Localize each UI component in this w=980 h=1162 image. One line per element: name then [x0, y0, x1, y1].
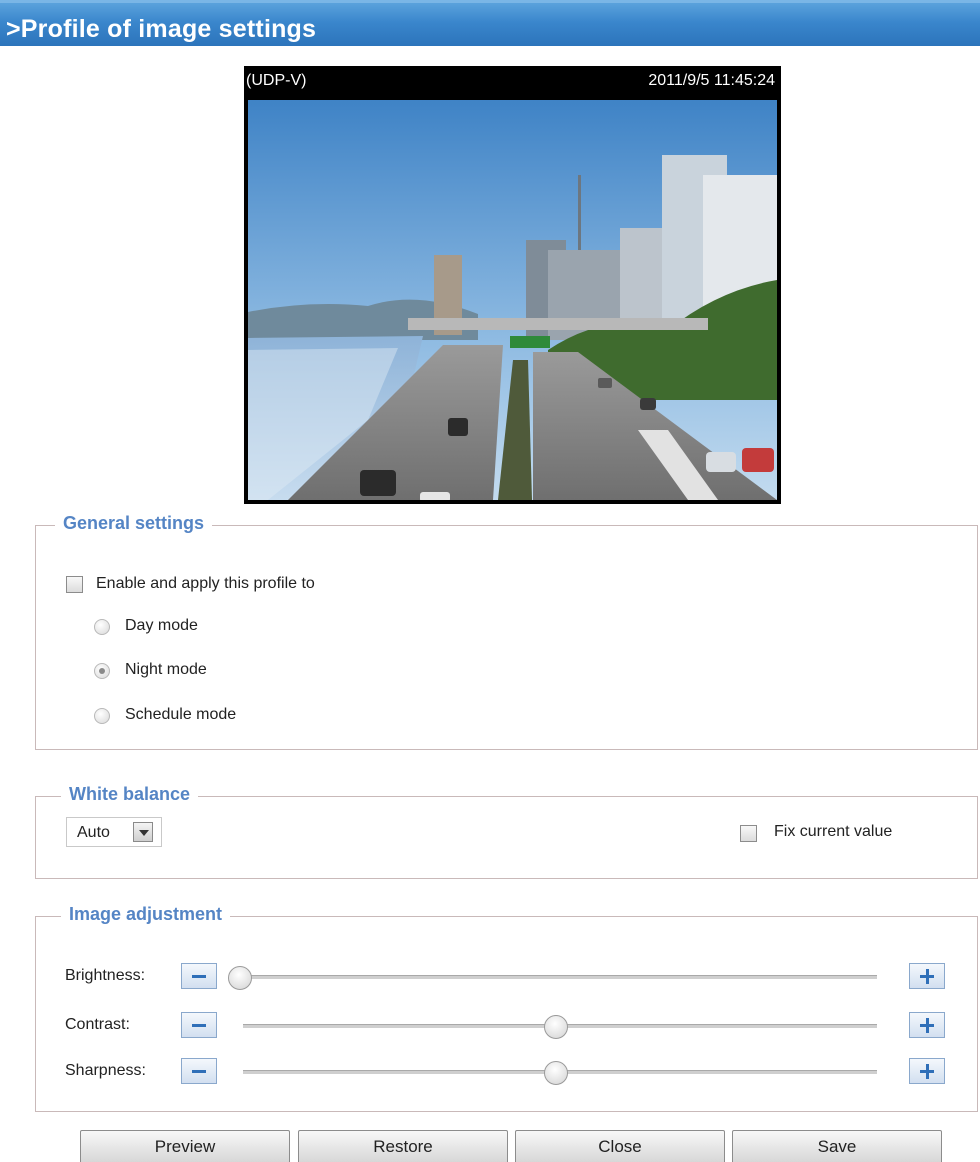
- day-mode-radio[interactable]: [94, 619, 110, 635]
- chevron-down-icon[interactable]: [133, 822, 153, 842]
- stream-protocol: (UDP-V): [246, 72, 307, 89]
- enable-profile-label: Enable and apply this profile to: [96, 575, 315, 592]
- video-timestamp: 2011/9/5 11:45:24: [648, 72, 775, 89]
- day-mode-label: Day mode: [125, 617, 198, 634]
- contrast-increase-button[interactable]: [909, 1012, 945, 1038]
- sharpness-increase-button[interactable]: [909, 1058, 945, 1084]
- schedule-mode-radio[interactable]: [94, 708, 110, 724]
- general-settings-group: General settings Enable and apply this p…: [35, 513, 978, 750]
- sharpness-decrease-button[interactable]: [181, 1058, 217, 1084]
- white-balance-value: Auto: [77, 824, 110, 841]
- minus-icon: [192, 1070, 206, 1073]
- schedule-mode-label: Schedule mode: [125, 706, 237, 723]
- camera-image: [248, 100, 777, 500]
- general-settings-legend: General settings: [55, 513, 213, 534]
- restore-button[interactable]: Restore: [298, 1130, 508, 1162]
- contrast-decrease-button[interactable]: [181, 1012, 217, 1038]
- fix-current-value-checkbox[interactable]: [740, 825, 757, 842]
- night-mode-label: Night mode: [125, 661, 207, 678]
- brightness-slider-thumb[interactable]: [228, 966, 252, 990]
- image-adjustment-group: Image adjustment Brightness: Contrast: S…: [35, 904, 978, 1112]
- minus-icon: [192, 975, 206, 978]
- enable-profile-checkbox[interactable]: [66, 576, 83, 593]
- brightness-decrease-button[interactable]: [181, 963, 217, 989]
- white-balance-group: White balance Auto Fix current value: [35, 784, 978, 879]
- preview-button[interactable]: Preview: [80, 1130, 290, 1162]
- sharpness-label: Sharpness:: [65, 1062, 146, 1079]
- close-button[interactable]: Close: [515, 1130, 725, 1162]
- minus-icon: [192, 1024, 206, 1027]
- save-button[interactable]: Save: [732, 1130, 942, 1162]
- brightness-slider-track[interactable]: [232, 975, 877, 979]
- fix-current-value-label: Fix current value: [774, 823, 893, 840]
- live-video-preview: (UDP-V) 2011/9/5 11:45:24: [244, 66, 781, 504]
- brightness-label: Brightness:: [65, 967, 146, 984]
- page-title: >Profile of image settings: [6, 15, 317, 43]
- white-balance-select[interactable]: Auto: [66, 817, 162, 847]
- image-adjustment-legend: Image adjustment: [61, 904, 231, 925]
- brightness-increase-button[interactable]: [909, 963, 945, 989]
- white-balance-legend: White balance: [61, 784, 199, 805]
- contrast-label: Contrast:: [65, 1016, 130, 1033]
- contrast-slider-thumb[interactable]: [544, 1015, 568, 1039]
- sharpness-slider-thumb[interactable]: [544, 1061, 568, 1085]
- night-mode-radio[interactable]: [94, 663, 110, 679]
- video-caption-bar: (UDP-V) 2011/9/5 11:45:24: [244, 66, 781, 96]
- title-bar: >Profile of image settings: [0, 0, 980, 46]
